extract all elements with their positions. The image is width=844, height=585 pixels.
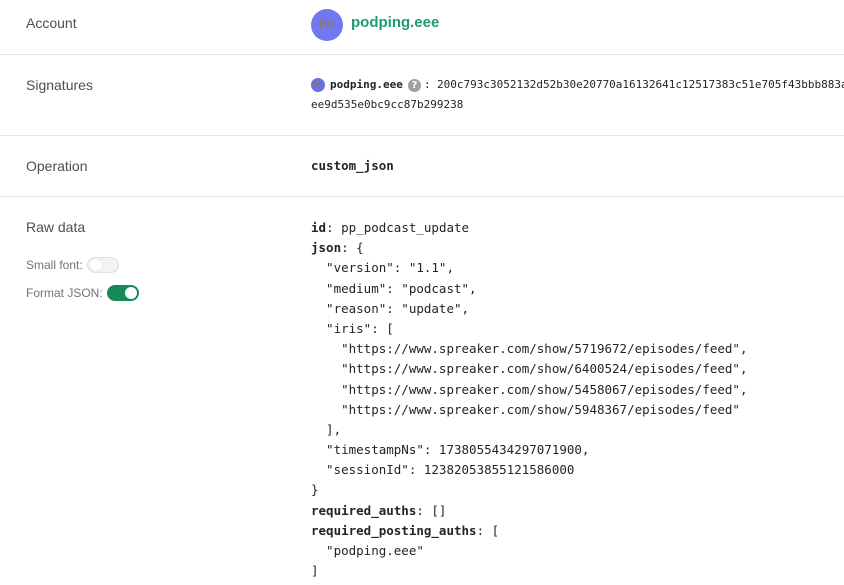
divider <box>0 135 844 136</box>
signature-avatar[interactable]: PO <box>311 78 325 92</box>
code-text: : { <box>341 240 364 256</box>
divider <box>0 196 844 197</box>
code-text: ] <box>311 563 319 579</box>
code-key: required_auths <box>311 502 417 518</box>
code-line: } <box>311 480 748 500</box>
code-line: "timestampNs": 1738055434297071900, <box>311 440 748 460</box>
signature-account-link[interactable]: podping.eee <box>330 78 403 91</box>
code-line: ] <box>311 561 748 581</box>
code-line: json: { <box>311 238 748 258</box>
raw-data-label: Raw data <box>26 219 86 235</box>
code-line: id: pp_podcast_update <box>311 218 748 238</box>
code-text: } <box>311 482 319 498</box>
code-key: json <box>311 240 342 256</box>
format-json-label: Format JSON: <box>26 286 103 300</box>
small-font-toggle-row: Small font: <box>26 257 119 273</box>
code-text: "sessionId": 12382053855121586000 <box>311 462 575 478</box>
format-json-toggle-row: Format JSON: <box>26 285 139 301</box>
code-line: "podping.eee" <box>311 541 748 561</box>
code-text: "iris": [ <box>311 320 394 336</box>
code-text: "version": "1.1", <box>311 260 454 276</box>
account-label: Account <box>26 15 77 31</box>
signatures-label: Signatures <box>26 77 93 93</box>
code-text: "https://www.spreaker.com/show/5948367/e… <box>311 401 740 417</box>
code-text: "https://www.spreaker.com/show/6400524/e… <box>311 361 748 377</box>
code-text: "podping.eee" <box>311 543 424 558</box>
code-line: "medium": "podcast", <box>311 279 748 299</box>
code-line: "https://www.spreaker.com/show/5719672/e… <box>311 339 748 359</box>
account-name-link[interactable]: podping.eee <box>351 14 439 31</box>
format-json-toggle[interactable] <box>106 285 139 301</box>
toggle-knob <box>124 287 137 299</box>
account-avatar[interactable]: PO <box>311 9 343 41</box>
code-line: required_auths: [] <box>311 501 748 521</box>
signature-hex-continued: ee9d535e0bc9cc87b299238 <box>311 98 464 111</box>
question-circle-icon[interactable]: ? <box>408 79 421 92</box>
code-text: : pp_podcast_update <box>326 220 470 235</box>
operation-label: Operation <box>26 158 88 174</box>
code-line: required_posting_auths: [ <box>311 521 748 541</box>
code-text: ], <box>311 421 342 437</box>
code-line: "https://www.spreaker.com/show/6400524/e… <box>311 359 748 379</box>
code-line: "reason": "update", <box>311 299 748 319</box>
code-line: "iris": [ <box>311 319 748 339</box>
code-line: "version": "1.1", <box>311 258 748 278</box>
code-text: "https://www.spreaker.com/show/5458067/e… <box>311 381 748 397</box>
code-key: id <box>311 220 327 235</box>
divider <box>0 54 844 55</box>
signature-hex: 200c793c3052132d52b30e20770a16132641c125… <box>437 78 844 91</box>
code-text: : [ <box>476 522 500 538</box>
code-line: "https://www.spreaker.com/show/5458067/e… <box>311 380 748 400</box>
small-font-toggle[interactable] <box>86 257 119 273</box>
raw-json-code-block: id: pp_podcast_update json: { "version": … <box>311 218 748 581</box>
code-text: "timestampNs": 1738055434297071900, <box>311 442 590 458</box>
small-font-label: Small font: <box>26 258 83 272</box>
toggle-knob <box>89 259 102 271</box>
code-line: "https://www.spreaker.com/show/5948367/e… <box>311 400 748 420</box>
code-text: "reason": "update", <box>311 300 470 316</box>
code-text: "medium": "podcast", <box>311 280 477 296</box>
code-text: : [] <box>416 502 447 518</box>
code-text: "https://www.spreaker.com/show/5719672/e… <box>311 341 748 357</box>
code-line: "sessionId": 12382053855121586000 <box>311 460 748 480</box>
signature-colon: : <box>424 78 431 91</box>
operation-value: custom_json <box>311 158 394 173</box>
code-line: ], <box>311 420 748 440</box>
code-key: required_posting_auths <box>311 522 477 538</box>
